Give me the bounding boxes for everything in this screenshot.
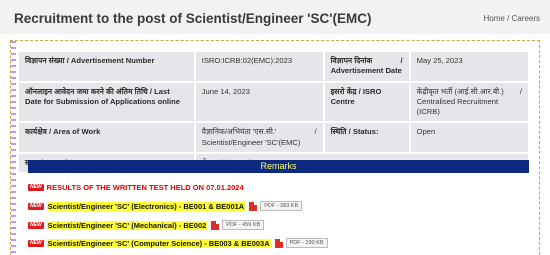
breadcrumb-separator: / (507, 14, 510, 23)
advertisement-date-label-en: Advertisement Date (330, 66, 402, 76)
pdf-size-badge: PDF - 283 KB (260, 201, 303, 211)
remarks-heading: Remarks (28, 160, 529, 173)
status-label: स्थिति / Status: (324, 123, 409, 152)
mechanical-result-link[interactable]: Scientist/Engineer 'SC' (Mechanical) - B… (46, 220, 208, 230)
pdf-icon (274, 238, 283, 248)
pdf-icon (249, 201, 258, 211)
computer-science-result-link[interactable]: Scientist/Engineer 'SC' (Computer Scienc… (46, 238, 271, 248)
table-row: विज्ञापन संख्या / Advertisement Number I… (19, 52, 528, 81)
isro-centre-label: इसरो केंद्र / ISRO Centre (324, 82, 409, 122)
status-value: Open (410, 123, 528, 152)
table-row: ऑनलाइन आवेदन जमा करने की अंतिम तिथि / La… (19, 82, 528, 122)
new-badge-icon: NEW (28, 184, 44, 191)
page-header: Recruitment to the post of Scientist/Eng… (0, 0, 550, 34)
area-of-work-value-hindi: वैज्ञानिक/अभियंता 'एस.सी.' (201, 127, 277, 137)
new-badge-icon: NEW (28, 202, 44, 210)
pdf-icon (211, 220, 220, 230)
area-of-work-label: कार्यक्षेत्र / Area of Work (19, 123, 194, 152)
electronics-result-link[interactable]: Scientist/Engineer 'SC' (Electronics) - … (46, 201, 246, 211)
area-of-work-value-en: Scientist/Engineer 'SC'(EMC) (201, 137, 301, 147)
new-badge-icon: NEW (28, 239, 44, 247)
breadcrumb-current[interactable]: Careers (512, 14, 540, 23)
pdf-size-badge: PDF - 290 KB (285, 238, 328, 248)
advertisement-number-label: विज्ञापन संख्या / Advertisement Number (19, 52, 194, 81)
advertisement-date-value: May 25, 2023 (410, 52, 528, 81)
value-separator: / (314, 127, 317, 137)
results-link[interactable]: RESULTS OF THE WRITTEN TEST HELD ON 07.0… (47, 183, 244, 192)
advertisement-date-label-hindi: विज्ञापन दिनांक (330, 56, 373, 65)
isro-centre-value-en: Centralised Recruitment (ICRB) (416, 96, 499, 116)
last-date-value: June 14, 2023 (195, 82, 323, 122)
advertisement-date-label: विज्ञापन दिनांक / Advertisement Date (324, 52, 409, 81)
breadcrumb-home-link[interactable]: Home (484, 14, 505, 23)
isro-centre-value-hindi: केंद्रीकृत भर्ती (आई.सी.आर.बी.) (416, 86, 504, 96)
isro-centre-value: केंद्रीकृत भर्ती (आई.सी.आर.बी.) / Centra… (410, 82, 528, 122)
page-title: Recruitment to the post of Scientist/Eng… (14, 11, 372, 26)
value-separator: / (519, 86, 522, 96)
table-row: कार्यक्षेत्र / Area of Work वैज्ञानिक/अभ… (19, 123, 528, 152)
breadcrumb: Home / Careers (484, 14, 541, 23)
remark-item-mechanical[interactable]: NEW Scientist/Engineer 'SC' (Mechanical)… (28, 220, 265, 230)
remark-item-electronics[interactable]: NEW Scientist/Engineer 'SC' (Electronics… (28, 201, 303, 211)
new-badge-icon: NEW (28, 221, 44, 229)
pdf-size-badge: PDF - 459 KB (222, 220, 265, 230)
advertisement-number-value: ISRO:ICRB:02(EMC):2023 (195, 52, 323, 81)
remark-item-results[interactable]: NEW RESULTS OF THE WRITTEN TEST HELD ON … (28, 183, 244, 192)
area-of-work-value: वैज्ञानिक/अभियंता 'एस.सी.' / Scientist/E… (195, 123, 323, 152)
advertisement-details-table: विज्ञापन संख्या / Advertisement Number I… (17, 50, 530, 174)
remark-item-computer-science[interactable]: NEW Scientist/Engineer 'SC' (Computer Sc… (28, 238, 328, 248)
label-separator: / (400, 56, 403, 65)
last-date-label: ऑनलाइन आवेदन जमा करने की अंतिम तिथि / La… (19, 82, 194, 122)
